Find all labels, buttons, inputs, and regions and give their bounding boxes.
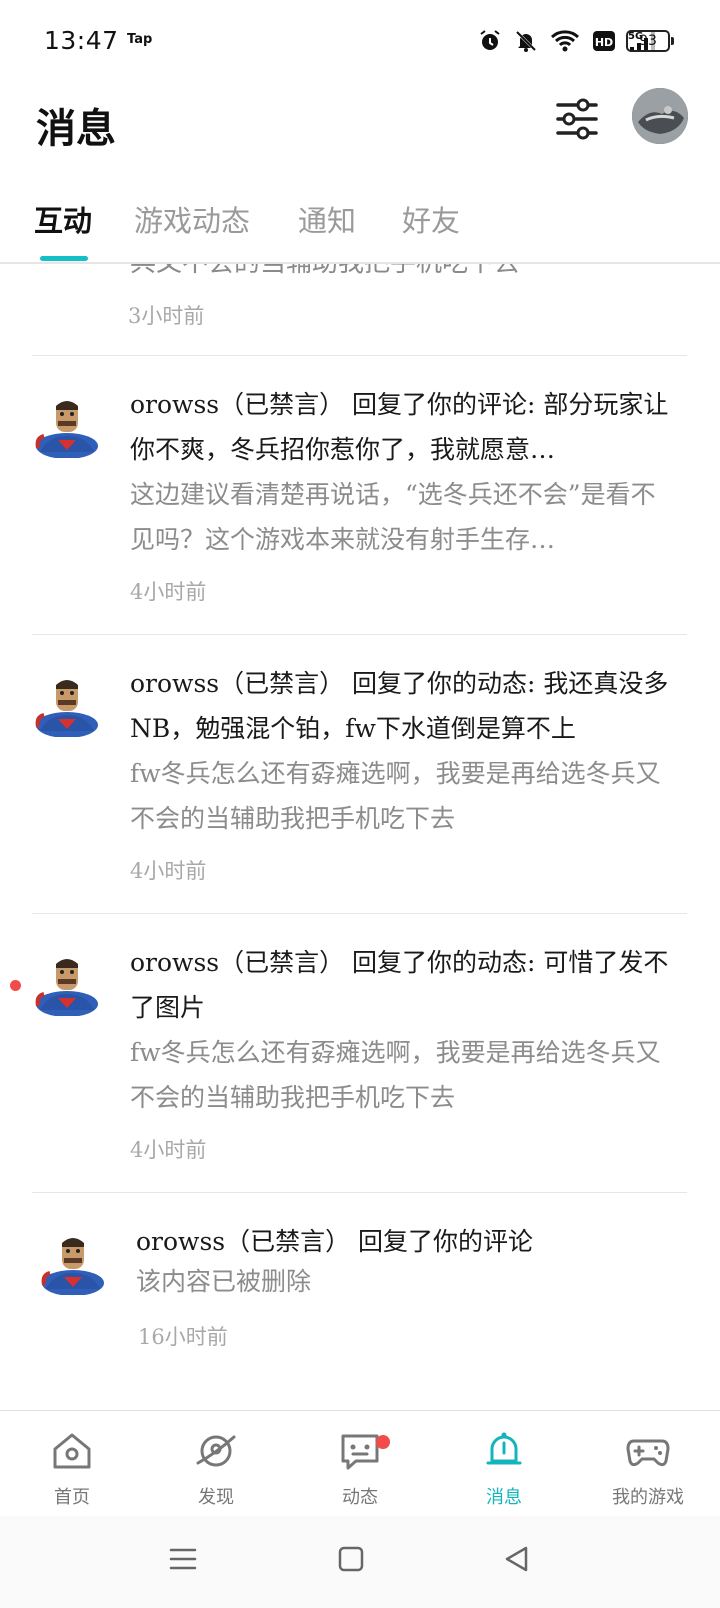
home-square-icon[interactable]	[336, 1544, 366, 1574]
user-avatar[interactable]	[34, 392, 100, 458]
nav-discover[interactable]: 发现	[144, 1411, 288, 1517]
hd-icon: HD	[593, 31, 615, 51]
unread-dot	[10, 980, 21, 991]
message-time: 4小时前	[130, 1138, 207, 1162]
system-navigation-bar	[0, 1516, 720, 1608]
avatar-image	[632, 88, 688, 144]
list-item[interactable]: 兵又不会的当辅助我把手机吃下去 3小时前	[0, 264, 720, 364]
message-time: 3小时前	[128, 304, 205, 328]
my-avatar[interactable]	[632, 88, 688, 144]
home-icon	[53, 1433, 91, 1469]
chat-feed-icon	[341, 1434, 379, 1470]
tab-game-updates[interactable]: 游戏动态	[134, 198, 250, 240]
menu-icon[interactable]	[168, 1544, 198, 1574]
message-time: 4小时前	[130, 580, 207, 604]
nav-badge-dot	[376, 1435, 390, 1449]
filter-settings-button[interactable]	[554, 96, 600, 142]
message-quote: 兵又不会的当辅助我把手机吃下去	[130, 264, 520, 279]
message-tabs: 互动 游戏动态 通知 好友	[0, 184, 720, 264]
status-bar: 13:47 Tap HD 5G 93	[0, 0, 720, 84]
mute-bell-icon	[515, 30, 537, 52]
tab-active-indicator	[40, 256, 88, 261]
tab-notifications[interactable]: 通知	[298, 198, 356, 240]
list-item[interactable]: orowss（已禁言） 回复了你的评论: 部分玩家让你不爽，冬兵招你惹你了，我就…	[0, 356, 720, 634]
message-list[interactable]: 兵又不会的当辅助我把手机吃下去 3小时前 orowss（已禁言） 回复了你的评论…	[0, 264, 720, 1410]
status-app-tag: Tap	[127, 32, 153, 47]
alarm-icon	[480, 30, 500, 50]
message-title: orowss（已禁言） 回复了你的评论	[136, 1227, 534, 1256]
message-time: 16小时前	[138, 1325, 228, 1349]
message-title: orowss（已禁言） 回复了你的动态: 我还真没多NB，勉强混个铂，fw下水道…	[130, 669, 669, 743]
nav-label: 消息	[486, 1487, 522, 1508]
gamepad-icon	[626, 1439, 670, 1467]
status-time: 13:47	[44, 26, 119, 55]
bell-icon	[486, 1432, 522, 1465]
user-avatar[interactable]	[34, 950, 100, 1016]
nav-label: 动态	[342, 1487, 378, 1508]
nav-home[interactable]: 首页	[0, 1411, 144, 1517]
message-time: 4小时前	[130, 859, 207, 883]
tab-friends[interactable]: 好友	[402, 198, 460, 240]
discover-planet-icon	[196, 1435, 236, 1467]
message-quote: 该内容已被删除	[136, 1267, 312, 1296]
tab-interaction[interactable]: 互动	[34, 198, 92, 240]
list-item[interactable]: orowss（已禁言） 回复了你的评论 该内容已被删除 16小时前	[0, 1193, 720, 1410]
nav-messages[interactable]: 消息	[432, 1411, 576, 1517]
nav-label: 发现	[198, 1487, 234, 1508]
user-avatar[interactable]	[34, 671, 100, 737]
wifi-icon	[550, 30, 580, 52]
sliders-icon	[556, 98, 598, 140]
nav-feed[interactable]: 动态	[288, 1411, 432, 1517]
message-quote: 这边建议看清楚再说话，“选冬兵还不会”是看不见吗？这个游戏本来就没有射手生存…	[130, 480, 656, 554]
battery-indicator: 93	[626, 30, 674, 52]
nav-my-games[interactable]: 我的游戏	[576, 1411, 720, 1517]
nav-label: 我的游戏	[612, 1487, 684, 1508]
bottom-navigation: 首页 发现 动态 消息 我的游戏	[0, 1410, 720, 1516]
nav-label: 首页	[54, 1487, 90, 1508]
list-item[interactable]: orowss（已禁言） 回复了你的动态: 可惜了发不了图片 fw冬兵怎么还有孬瘫…	[0, 914, 720, 1192]
message-quote: fw冬兵怎么还有孬瘫选啊，我要是再给选冬兵又不会的当辅助我把手机吃下去	[130, 1038, 661, 1112]
message-title: orowss（已禁言） 回复了你的评论: 部分玩家让你不爽，冬兵招你惹你了，我就…	[130, 390, 669, 464]
hd-label: HD	[595, 36, 613, 49]
message-title: orowss（已禁言） 回复了你的动态: 可惜了发不了图片	[130, 948, 669, 1022]
user-avatar[interactable]	[40, 1229, 106, 1295]
page-title: 消息	[36, 105, 116, 152]
list-item[interactable]: orowss（已禁言） 回复了你的动态: 我还真没多NB，勉强混个铂，fw下水道…	[0, 635, 720, 913]
message-quote: fw冬兵怎么还有孬瘫选啊，我要是再给选冬兵又不会的当辅助我把手机吃下去	[130, 759, 661, 833]
back-triangle-icon[interactable]	[502, 1544, 532, 1574]
header: 消息	[0, 84, 720, 184]
